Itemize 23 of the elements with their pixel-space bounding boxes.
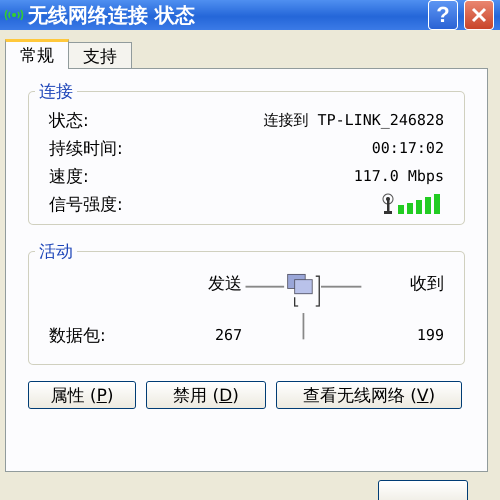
field-value: 00:17:02	[372, 139, 444, 157]
tab[interactable]: 常规	[5, 39, 69, 69]
close-button[interactable]	[464, 0, 494, 30]
packet-count: 267	[214, 326, 242, 344]
help-button[interactable]: ?	[428, 0, 458, 30]
wireless-icon	[4, 9, 24, 21]
column-heading: 收到	[409, 273, 444, 295]
dialog-button[interactable]: 禁用 (D)	[146, 381, 266, 409]
dialog-button[interactable]	[378, 480, 468, 500]
field-label: 状态:	[49, 110, 89, 132]
window-title: 无线网络连接 状态	[28, 2, 196, 28]
dialog-button[interactable]: 属性 (P)	[28, 381, 136, 409]
tab[interactable]: 支持	[68, 42, 132, 68]
field-label: 速度:	[49, 166, 89, 188]
close-icon	[469, 5, 489, 25]
packet-count: 199	[416, 326, 444, 344]
field-value: 连接到 TP-LINK_246828	[264, 110, 444, 130]
dialog-button[interactable]: 查看无线网络 (V)	[276, 381, 462, 409]
field-label: 信号强度:	[49, 194, 123, 216]
field-value: 117.0 Mbps	[354, 167, 444, 185]
field-label: 持续时间:	[49, 138, 123, 160]
column-heading: 发送	[207, 273, 242, 295]
field-label: 数据包:	[49, 324, 107, 346]
